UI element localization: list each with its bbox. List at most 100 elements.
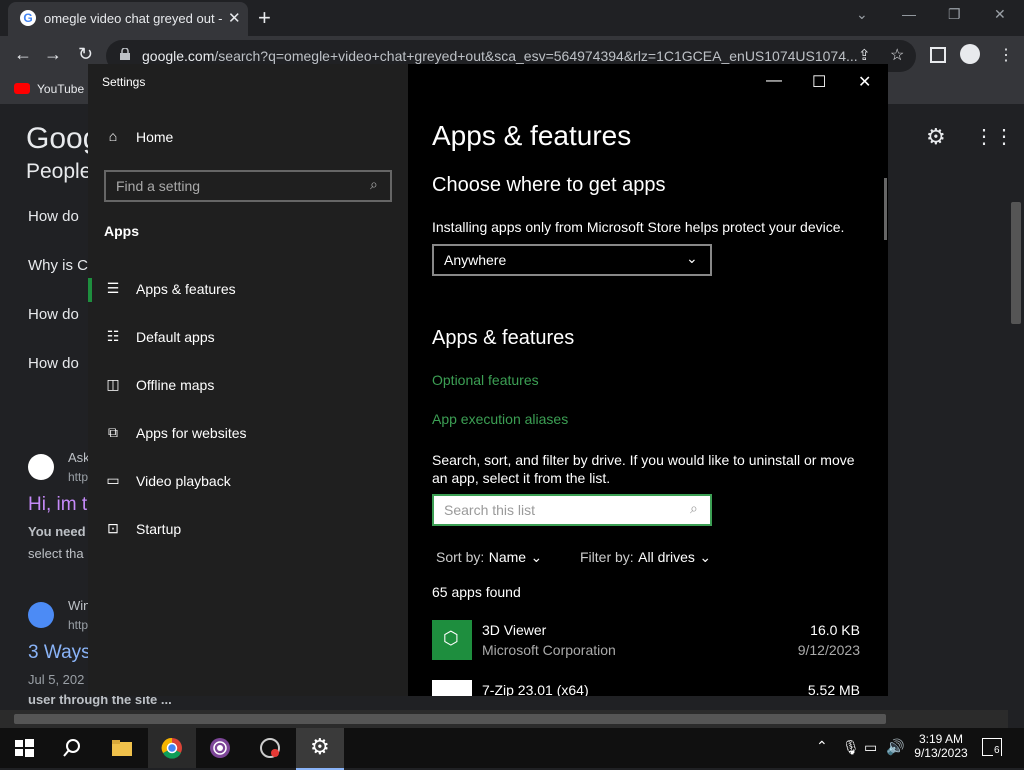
- browser-tabstrip: G omegle video chat greyed out - G ✕ + ⌄…: [0, 0, 1024, 36]
- result1-snippet-2: select tha: [28, 546, 84, 561]
- search-icon: ⌕: [370, 176, 378, 192]
- tab-search-icon[interactable]: ⌄: [856, 6, 868, 23]
- settings-maximize-icon[interactable]: ☐: [812, 72, 826, 92]
- nav-offline-maps[interactable]: ◫ Offline maps: [88, 364, 408, 408]
- result2-url: http: [68, 618, 89, 632]
- search-list-input[interactable]: Search this list ⌕: [432, 494, 712, 526]
- url-text: google.com/search?q=omegle+video+chat+gr…: [142, 48, 858, 64]
- site-favicon-icon: [28, 454, 54, 480]
- new-tab-button[interactable]: +: [258, 5, 271, 31]
- page-vertical-scrollbar[interactable]: [1008, 200, 1024, 710]
- nav-home[interactable]: ⌂ Home: [88, 116, 408, 160]
- browser-tab[interactable]: G omegle video chat greyed out - G ✕: [8, 2, 248, 36]
- find-setting-input[interactable]: Find a setting ⌕: [104, 170, 392, 202]
- app-row-3d-viewer[interactable]: ⬡ 3D Viewer Microsoft Corporation 16.0 K…: [432, 620, 860, 660]
- filter-by-dropdown[interactable]: Filter by: All drives ⌄: [580, 549, 711, 567]
- nav-home-label: Home: [136, 129, 174, 145]
- nav-startup[interactable]: ⊡ Startup: [88, 508, 408, 552]
- windows-logo-icon: [15, 739, 34, 757]
- section-heading: Apps: [104, 223, 139, 239]
- profile-avatar-icon[interactable]: [960, 44, 980, 64]
- app-name: 3D Viewer: [482, 622, 547, 638]
- people-also-ask-heading: People: [26, 160, 92, 183]
- file-explorer-button[interactable]: [98, 728, 146, 768]
- nav-apps-for-websites[interactable]: ⧉ Apps for websites: [88, 412, 408, 456]
- tray-chevron-up-icon[interactable]: ⌃: [816, 738, 828, 755]
- settings-gear-icon[interactable]: ⚙: [926, 124, 946, 150]
- close-tab-icon[interactable]: ✕: [228, 9, 241, 27]
- share-icon[interactable]: ⇪: [858, 46, 871, 64]
- result2-title[interactable]: 3 Ways: [28, 642, 91, 664]
- question-4[interactable]: How do: [28, 355, 79, 372]
- app-source-dropdown[interactable]: Anywhere ⌄: [432, 244, 712, 276]
- filter-value: All drives: [638, 549, 695, 565]
- question-2[interactable]: Why is C: [28, 257, 88, 274]
- page-horizontal-scrollbar[interactable]: [0, 710, 1008, 728]
- video-icon: ▭: [106, 472, 120, 488]
- search-list-placeholder: Search this list: [444, 502, 536, 518]
- settings-window: Settings ⌂ Home Find a setting ⌕ Apps ☰ …: [88, 64, 888, 696]
- windows-taskbar: ⚙ ⌃ 🎙 ▭ 🔊 3:19 AM 9/13/2023 6: [0, 728, 1024, 770]
- apps-features-heading: Apps & features: [432, 327, 575, 349]
- settings-taskbar-button[interactable]: ⚙: [296, 728, 344, 770]
- horizontal-scroll-thumb[interactable]: [14, 714, 886, 724]
- restore-icon[interactable]: ❐: [948, 6, 961, 23]
- optional-features-link[interactable]: Optional features: [432, 372, 539, 388]
- reload-icon[interactable]: ↻: [78, 44, 93, 65]
- forward-icon[interactable]: →: [44, 44, 62, 65]
- bookmark-star-icon[interactable]: ☆: [890, 45, 904, 65]
- apps-grid-icon[interactable]: ⋮⋮: [974, 124, 1014, 149]
- find-setting-placeholder: Find a setting: [116, 178, 201, 194]
- app-row-7zip[interactable]: 7-Zip 23.01 (x64) 5.52 MB: [432, 680, 860, 696]
- page-title: Apps & features: [432, 120, 632, 151]
- vertical-scroll-thumb[interactable]: [1011, 202, 1021, 324]
- app-size: 5.52 MB: [807, 682, 860, 696]
- clock[interactable]: 3:19 AM 9/13/2023: [910, 730, 972, 766]
- result1-snippet: You need: [28, 524, 86, 539]
- nav-video-playback-label: Video playback: [136, 473, 231, 489]
- question-1[interactable]: How do: [28, 208, 79, 225]
- nav-video-playback[interactable]: ▭ Video playback: [88, 460, 408, 504]
- chevron-down-icon: ⌄: [686, 250, 698, 266]
- startup-icon: ⊡: [107, 520, 119, 536]
- microphone-icon[interactable]: 🎙: [842, 739, 860, 756]
- side-panel-icon[interactable]: [930, 47, 946, 63]
- close-window-icon[interactable]: ✕: [994, 6, 1006, 23]
- search-icon: [63, 739, 80, 757]
- chevron-down-icon: ⌄: [530, 549, 543, 565]
- nav-apps-features[interactable]: ☰ Apps & features: [88, 268, 408, 312]
- question-3[interactable]: How do: [28, 306, 79, 323]
- start-button[interactable]: [0, 728, 48, 768]
- settings-scrollbar[interactable]: [884, 178, 887, 240]
- sort-by-dropdown[interactable]: Sort by: Name ⌄: [436, 549, 542, 567]
- app-source-value: Anywhere: [444, 252, 507, 268]
- apps-list-icon: ☰: [106, 280, 120, 296]
- choose-heading: Choose where to get apps: [432, 174, 666, 196]
- result1-title[interactable]: Hi, im t: [28, 494, 87, 516]
- nav-default-apps-label: Default apps: [136, 329, 215, 345]
- bookmark-youtube[interactable]: YouTube: [37, 82, 84, 96]
- nav-apps-for-websites-label: Apps for websites: [136, 425, 247, 441]
- app-name: 7-Zip 23.01 (x64): [482, 682, 589, 696]
- network-icon[interactable]: ▭: [864, 739, 877, 756]
- settings-close-icon[interactable]: ✕: [858, 72, 871, 92]
- app-publisher: Microsoft Corporation: [482, 642, 616, 658]
- tor-browser-button[interactable]: [196, 728, 244, 768]
- notification-center-icon[interactable]: 6: [982, 738, 1002, 756]
- back-icon[interactable]: ←: [14, 44, 32, 65]
- minimize-icon[interactable]: —: [902, 6, 916, 22]
- nav-default-apps[interactable]: ☷ Default apps: [88, 316, 408, 360]
- apps-found-count: 65 apps found: [432, 584, 521, 600]
- screen-recorder-button[interactable]: [246, 728, 294, 768]
- app-size: 16.0 KB: [810, 622, 860, 638]
- search-taskbar-button[interactable]: [48, 728, 96, 768]
- chrome-taskbar-button[interactable]: [148, 728, 196, 768]
- menu-kebab-icon[interactable]: ⋮: [998, 45, 1014, 65]
- settings-minimize-icon[interactable]: —: [766, 72, 782, 90]
- volume-icon[interactable]: 🔊: [886, 738, 905, 756]
- chrome-icon: [161, 737, 182, 759]
- lock-icon: [120, 48, 130, 60]
- app-date: 9/12/2023: [797, 642, 860, 658]
- app-execution-aliases-link[interactable]: App execution aliases: [432, 411, 568, 427]
- windows-report-favicon-icon: [28, 602, 54, 628]
